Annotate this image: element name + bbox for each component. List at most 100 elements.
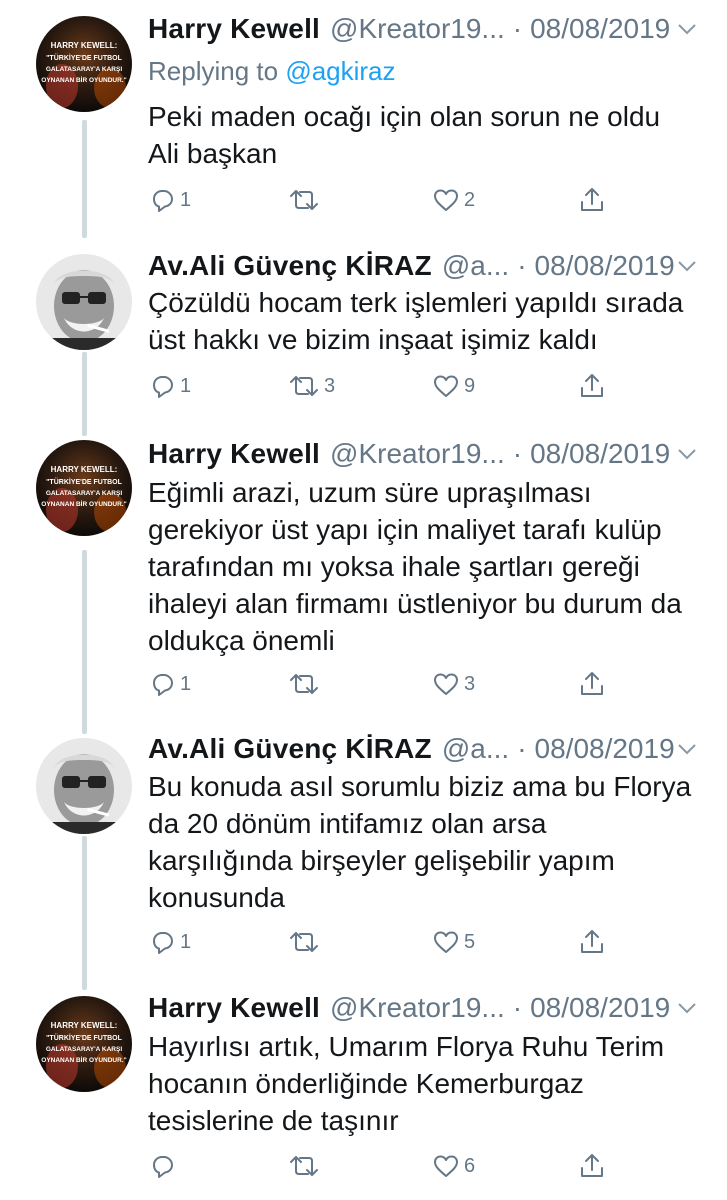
chevron-down-icon[interactable] (675, 254, 699, 278)
like-button[interactable]: 3 (432, 668, 475, 700)
retweet-button[interactable] (288, 1150, 324, 1182)
like-count: 3 (464, 672, 476, 695)
like-button[interactable]: 9 (432, 370, 475, 402)
like-count: 5 (464, 930, 476, 953)
separator-dot: · (517, 733, 527, 764)
author-handle[interactable]: @a... (442, 731, 509, 767)
avatar-caption-line: OYNANAN BİR OYUNDUR." (41, 76, 126, 84)
tweet-date[interactable]: 08/08/2019 (530, 990, 670, 1026)
tweet-text-line: ihaleyi alan firmamı üstleniyor bu durum… (148, 588, 682, 619)
author-name[interactable]: Av.Ali Güvenç KİRAZ (148, 248, 432, 284)
reply-icon (153, 190, 173, 212)
heart-icon (434, 375, 458, 397)
tweet-header: Av.Ali Güvenç KİRAZ @a... · 08/08/2019 (148, 731, 699, 767)
share-icon (581, 1154, 603, 1177)
avatar-caption-line: GALATASARAY'A KARŞI (46, 490, 122, 497)
tweet-date[interactable]: 08/08/2019 (530, 436, 670, 472)
chevron-down-icon[interactable] (675, 17, 699, 41)
avatar-caption-line: "TÜRKİYE'DE FUTBOL (46, 1033, 122, 1042)
share-button[interactable] (578, 1150, 606, 1182)
tweet-text-line: Peki maden ocağı için olan sorun ne oldu (148, 101, 661, 132)
retweet-button[interactable] (288, 184, 324, 216)
reply-button[interactable] (148, 1150, 180, 1182)
tweet-text-line: Eğimli arazi, uzum süre upraşılması (148, 477, 592, 508)
author-handle[interactable]: @a... (442, 248, 509, 284)
tweet-date[interactable]: 08/08/2019 (530, 11, 670, 47)
tweet-header: Harry Kewell @Kreator19... · 08/08/2019 (148, 11, 699, 47)
tweet-actions: 1 3 (148, 668, 608, 700)
like-button[interactable]: 2 (432, 184, 475, 216)
like-button[interactable]: 5 (432, 926, 475, 958)
reply-count: 1 (180, 374, 192, 397)
tweet-text-line: konusunda (148, 882, 286, 913)
share-button[interactable] (578, 184, 606, 216)
avatar[interactable]: HARRY KEWELL: "TÜRKİYE'DE FUTBOL GALATAS… (36, 16, 132, 112)
tweet-text-line: oldukça önemli (148, 625, 335, 656)
thread-line (82, 550, 87, 734)
tweet-actions: 1 2 (148, 184, 608, 216)
tweet-header: Harry Kewell @Kreator19... · 08/08/2019 (148, 990, 699, 1026)
thread-line (82, 120, 87, 238)
reply-icon (153, 932, 173, 954)
tweet-actions: 1 3 9 (148, 370, 608, 402)
share-icon (581, 374, 603, 397)
like-count: 2 (464, 188, 476, 211)
retweet-button[interactable] (288, 926, 324, 958)
replying-to: Replying to @agkiraz (148, 54, 396, 88)
chevron-down-icon[interactable] (675, 996, 699, 1020)
retweet-button[interactable] (288, 668, 324, 700)
share-icon (581, 188, 603, 211)
reply-icon (153, 1156, 173, 1178)
tweet-text-line: tarafından mı yoksa ihale şartları gereğ… (148, 551, 640, 582)
reply-button[interactable]: 1 (148, 184, 191, 216)
retweet-button[interactable]: 3 (288, 370, 335, 402)
heart-icon (434, 189, 458, 211)
share-button[interactable] (578, 668, 606, 700)
heart-icon (434, 673, 458, 695)
reply-button[interactable]: 1 (148, 370, 191, 402)
share-button[interactable] (578, 926, 606, 958)
heart-icon (434, 1155, 458, 1177)
share-button[interactable] (578, 370, 606, 402)
reply-button[interactable]: 1 (148, 668, 191, 700)
thread-line (82, 836, 87, 990)
author-name[interactable]: Harry Kewell (148, 436, 320, 472)
tweet-text-line: Hayırlısı artık, Umarım Florya Ruhu Teri… (148, 1031, 665, 1062)
author-name[interactable]: Harry Kewell (148, 11, 320, 47)
mention-link[interactable]: @agkiraz (285, 56, 395, 86)
tweet-date[interactable]: 08/08/2019 (535, 731, 675, 767)
replying-to-label: Replying to (148, 56, 279, 86)
tweet-text: Hayırlısı artık, Umarım Florya Ruhu Teri… (148, 1028, 708, 1139)
tweet-text-line: hocanın önderliğinde Kemerburgaz (148, 1068, 584, 1099)
reply-count: 1 (180, 930, 192, 953)
author-handle[interactable]: @Kreator19... (330, 990, 505, 1026)
avatar-caption-line: "TÜRKİYE'DE FUTBOL (46, 53, 122, 62)
author-name[interactable]: Av.Ali Güvenç KİRAZ (148, 731, 432, 767)
retweet-icon (290, 1156, 318, 1176)
author-handle[interactable]: @Kreator19... (330, 11, 505, 47)
tweet-date[interactable]: 08/08/2019 (535, 248, 675, 284)
avatar[interactable] (36, 254, 132, 350)
tweet-text: Çözüldü hocam terk işlemleri yapıldı sır… (148, 284, 708, 358)
share-icon (581, 930, 603, 953)
reply-button[interactable]: 1 (148, 926, 191, 958)
tweet-text: Bu konuda asıl sorumlu biziz ama bu Flor… (148, 768, 708, 916)
like-button[interactable]: 6 (432, 1150, 475, 1182)
tweet-header: Av.Ali Güvenç KİRAZ @a... · 08/08/2019 (148, 248, 699, 284)
avatar-caption-line: HARRY KEWELL: (51, 1021, 118, 1030)
separator-dot: · (512, 13, 523, 44)
chevron-down-icon[interactable] (675, 737, 699, 761)
like-count: 9 (464, 374, 476, 397)
avatar[interactable] (36, 738, 132, 834)
chevron-down-icon[interactable] (675, 442, 699, 466)
tweet-actions: 1 5 (148, 926, 608, 958)
avatar-caption-line: "TÜRKİYE'DE FUTBOL (46, 477, 122, 486)
avatar[interactable]: HARRY KEWELL: "TÜRKİYE'DE FUTBOL GALATAS… (36, 996, 132, 1092)
separator-dot: · (517, 250, 527, 281)
tweet-text-line: karşılığında birşeyler gelişebilir yapım (148, 845, 615, 876)
author-name[interactable]: Harry Kewell (148, 990, 320, 1026)
avatar[interactable]: HARRY KEWELL: "TÜRKİYE'DE FUTBOL GALATAS… (36, 440, 132, 536)
tweet-text: Peki maden ocağı için olan sorun ne oldu… (148, 98, 708, 172)
author-handle[interactable]: @Kreator19... (330, 436, 505, 472)
tweet-text-line: gerekiyor üst yapı için maliyet tarafı k… (148, 514, 662, 545)
